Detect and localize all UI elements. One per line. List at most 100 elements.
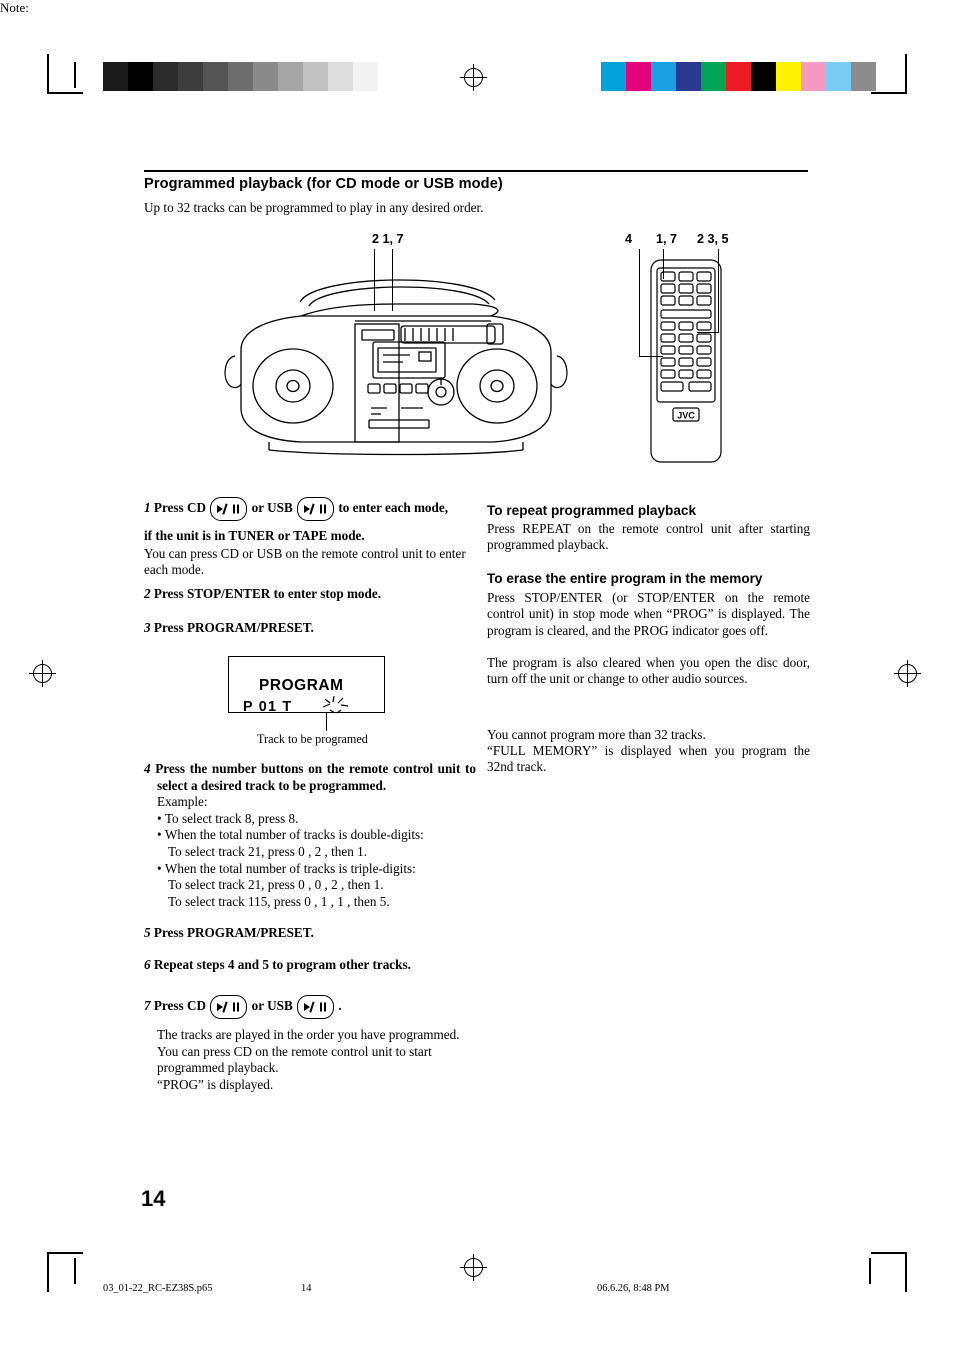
gray-swatch-4 xyxy=(203,62,228,91)
color-swatch-7 xyxy=(776,62,801,91)
step-1-lead-line2: if the unit is in TUNER or TAPE mode. xyxy=(144,528,365,543)
step-7-body-3: “PROG” is displayed. xyxy=(157,1076,274,1092)
lcd-caption-leader xyxy=(326,713,328,731)
erase-body-1: Press STOP/ENTER (or STOP/ENTER on the r… xyxy=(487,590,810,638)
gray-swatch-7 xyxy=(278,62,303,91)
step-2: 2 Press STOP/ENTER to enter stop mode. xyxy=(144,586,476,603)
step-2-lead: Press STOP/ENTER to enter stop mode. xyxy=(153,586,382,601)
step-4: 4 Press the number buttons on the remote… xyxy=(144,761,476,910)
color-swatch-2 xyxy=(651,62,676,91)
lcd-display-figure: PROGRAM P 01 T xyxy=(228,656,385,715)
step-4-lead: Press the number buttons on the remote c… xyxy=(155,761,477,793)
step-4-body: Example: xyxy=(157,794,208,810)
callout-remote-4: 4 xyxy=(625,232,633,246)
color-swatch-bar xyxy=(601,62,876,91)
step-1: 1 Press CD or USB to enter each mode, if… xyxy=(144,497,476,579)
gray-swatch-0 xyxy=(103,62,128,91)
step-1-tail: to enter each mode, xyxy=(338,500,449,516)
manual-page: Programmed playback (for CD mode or USB … xyxy=(0,0,954,1351)
heading-rule xyxy=(144,170,808,172)
step-4-bullet-3-text: When the total number of tracks is tripl… xyxy=(164,860,416,909)
color-swatch-9 xyxy=(826,62,851,91)
footer-page: 14 xyxy=(301,1283,312,1294)
trim-mark-left xyxy=(74,62,86,88)
footer-filename: 03_01-22_RC-EZ38S.p65 xyxy=(103,1283,213,1294)
step-2-number: 2 xyxy=(144,586,151,601)
footer-timestamp: 06.6.26, 8:48 PM xyxy=(597,1283,670,1294)
page-title: Programmed playback (for CD mode or USB … xyxy=(144,176,503,192)
trim-mark-left-bottom xyxy=(74,1258,86,1284)
blink-sparkle-icon xyxy=(322,695,349,714)
step-7-body-2: You can press CD on the remote control u… xyxy=(157,1043,432,1076)
gray-swatch-5 xyxy=(228,62,253,91)
registration-target-right xyxy=(894,660,921,687)
registration-target-top xyxy=(460,64,487,91)
leader-remote-4-v xyxy=(639,249,641,357)
step-7-number: 7 xyxy=(144,998,151,1014)
callout-remote-1-7: 1, 7 xyxy=(656,232,678,246)
gray-swatch-3 xyxy=(178,62,203,91)
color-swatch-4 xyxy=(701,62,726,91)
gray-swatch-1 xyxy=(128,62,153,91)
color-swatch-10 xyxy=(851,62,876,91)
step-1-lead: Press CD xyxy=(153,500,207,516)
step-6-number: 6 xyxy=(144,957,151,972)
step-5: 5 Press PROGRAM/PRESET. xyxy=(144,925,476,942)
note-body-2: “FULL MEMORY” is displayed when you prog… xyxy=(487,743,810,775)
gray-swatch-2 xyxy=(153,62,178,91)
step-6: 6 Repeat steps 4 and 5 to program other … xyxy=(144,957,476,974)
heading-erase-entire-program: To erase the entire program in the memor… xyxy=(487,571,763,586)
step-7: 7 Press CD or USB . The tracks are playe… xyxy=(144,995,476,1093)
usb-play-pause-icon xyxy=(297,497,335,521)
step-3-number: 3 xyxy=(144,620,151,635)
step-5-number: 5 xyxy=(144,925,151,940)
note-heading: Note: xyxy=(0,0,29,15)
step-1-mid: or USB xyxy=(251,500,293,516)
usb-play-pause-icon-2 xyxy=(297,995,335,1019)
step-5-lead: Press PROGRAM/PRESET. xyxy=(153,925,314,940)
lcd-track-line: P 01 T xyxy=(243,699,293,715)
registration-target-left xyxy=(29,660,56,687)
step-7-lead: Press CD xyxy=(153,998,207,1014)
trim-mark-right-bottom xyxy=(869,1258,881,1284)
color-swatch-8 xyxy=(801,62,826,91)
callout-remote-2-3-5: 2 3, 5 xyxy=(697,232,729,246)
color-swatch-6 xyxy=(751,62,776,91)
remote-control-illustration: JVC xyxy=(648,258,732,466)
page-subtitle: Up to 32 tracks can be programmed to pla… xyxy=(144,200,484,215)
gray-swatch-9 xyxy=(328,62,353,91)
cd-play-pause-icon-2 xyxy=(210,995,248,1019)
note-body-1: You cannot program more than 32 tracks. xyxy=(487,727,706,742)
step-4-bullet-2-text: When the total number of tracks is doubl… xyxy=(164,827,424,859)
gray-swatch-8 xyxy=(303,62,328,91)
boombox-illustration xyxy=(205,258,585,458)
step-7-mid: or USB xyxy=(251,998,293,1014)
grayscale-swatch-bar xyxy=(103,62,378,91)
callout-unit-2-1-7: 2 1, 7 xyxy=(372,232,404,246)
step-4-number: 4 xyxy=(144,761,151,776)
gray-swatch-6 xyxy=(253,62,278,91)
color-swatch-0 xyxy=(601,62,626,91)
step-3: 3 Press PROGRAM/PRESET. xyxy=(144,620,476,637)
step-4-bullet-1-text: To select track 8, press 8. xyxy=(164,810,299,826)
step-3-lead: Press PROGRAM/PRESET. xyxy=(153,620,314,635)
color-swatch-3 xyxy=(676,62,701,91)
cd-play-pause-icon xyxy=(210,497,248,521)
step-4-bullet-2: • When the total number of tracks is dou… xyxy=(157,827,424,859)
step-4-bullet-1: • To select track 8, press 8. xyxy=(157,810,299,826)
repeat-body: Press REPEAT on the remote control unit … xyxy=(487,521,810,553)
gray-swatch-10 xyxy=(353,62,378,91)
heading-repeat-programmed-playback: To repeat programmed playback xyxy=(487,503,697,518)
erase-body-2: The program is also cleared when you ope… xyxy=(487,655,810,687)
svg-text:JVC: JVC xyxy=(677,411,695,421)
step-4-bullet-3: • When the total number of tracks is tri… xyxy=(157,860,416,909)
registration-target-bottom xyxy=(460,1254,487,1281)
color-swatch-5 xyxy=(726,62,751,91)
page-number: 14 xyxy=(141,1186,166,1211)
step-6-lead: Repeat steps 4 and 5 to program other tr… xyxy=(153,957,411,972)
lcd-caption: Track to be programed xyxy=(257,732,368,746)
step-1-body: You can press CD or USB on the remote co… xyxy=(144,545,466,578)
step-7-body-1: The tracks are played in the order you h… xyxy=(157,1027,460,1042)
step-7-tail: . xyxy=(338,998,342,1014)
color-swatch-1 xyxy=(626,62,651,91)
